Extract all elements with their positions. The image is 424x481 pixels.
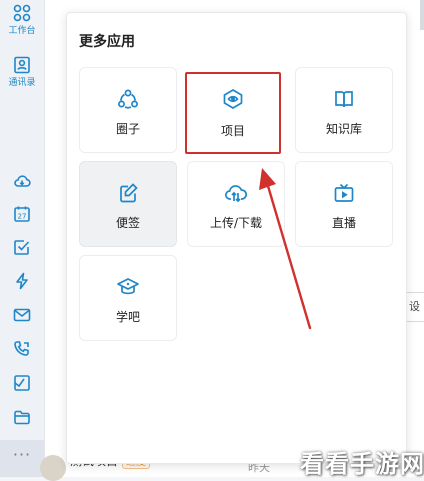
app-tile-circle[interactable]: 圈子 [79, 67, 177, 153]
box-icon [0, 374, 44, 392]
app-tile-label: 学吧 [115, 310, 140, 324]
app-tile-learn[interactable]: 学吧 [79, 255, 177, 341]
check-icon [0, 238, 44, 256]
sidebar-item-contacts[interactable]: 通讯录 [0, 56, 44, 88]
app-tile-label: 知识库 [325, 122, 362, 136]
popup-title: 更多应用 [79, 34, 135, 50]
lightning-icon [0, 272, 44, 290]
app-tile-label: 便签 [115, 216, 140, 230]
live-tv-icon [296, 182, 392, 204]
sidebar-item-calendar[interactable]: 27 [0, 205, 44, 223]
sidebar-item-label: 工作台 [8, 26, 36, 36]
app-tile-label: 上传/下载 [209, 216, 263, 230]
watermark-text: 看看手游网 [300, 450, 424, 478]
more-apps-popup: 更多应用 圈子 项目 知识库 便签 上传/下载 直播 学吧 [66, 12, 407, 464]
contacts-icon [0, 56, 44, 74]
scrollbar[interactable] [420, 0, 424, 30]
calendar-icon: 27 [0, 205, 44, 223]
app-tile-live[interactable]: 直播 [295, 161, 393, 247]
sidebar-item-mail[interactable] [0, 306, 44, 324]
more-apps-button[interactable]: ··· [0, 440, 44, 477]
more-dots-icon: ··· [12, 445, 32, 464]
app-tile-label: 直播 [331, 216, 356, 230]
cloud-icon [0, 172, 44, 190]
sidebar-item-phone[interactable] [0, 340, 44, 358]
avatar [40, 455, 66, 481]
app-tile-transfer[interactable]: 上传/下载 [187, 161, 285, 247]
sidebar-item-box[interactable] [0, 374, 44, 392]
cloud-transfer-icon [188, 182, 284, 204]
sidebar-item-tasks[interactable] [0, 238, 44, 256]
app-tile-label: 圈子 [115, 122, 140, 136]
project-icon [187, 88, 279, 110]
grid-icon [0, 4, 44, 22]
sidebar-item-label: 通讯录 [8, 78, 36, 88]
left-rail: 工作台 通讯录 27 ··· [0, 0, 45, 477]
sidebar-item-workbench[interactable]: 工作台 [0, 4, 44, 36]
sidebar-item-flash[interactable] [0, 272, 44, 290]
book-icon [296, 88, 392, 110]
note-edit-icon [80, 182, 176, 204]
app-tile-notes[interactable]: 便签 [79, 161, 177, 247]
folder-icon [0, 408, 44, 426]
svg-text:27: 27 [18, 213, 27, 221]
sidebar-item-folder[interactable] [0, 408, 44, 426]
graduation-cap-icon [80, 276, 176, 298]
mail-icon [0, 306, 44, 324]
circle-group-icon [80, 88, 176, 110]
phone-icon [0, 340, 44, 358]
app-tile-knowledge[interactable]: 知识库 [295, 67, 393, 153]
app-tile-project[interactable]: 项目 [185, 72, 281, 154]
app-tile-label: 项目 [220, 124, 245, 138]
sidebar-item-cloud[interactable] [0, 172, 44, 190]
